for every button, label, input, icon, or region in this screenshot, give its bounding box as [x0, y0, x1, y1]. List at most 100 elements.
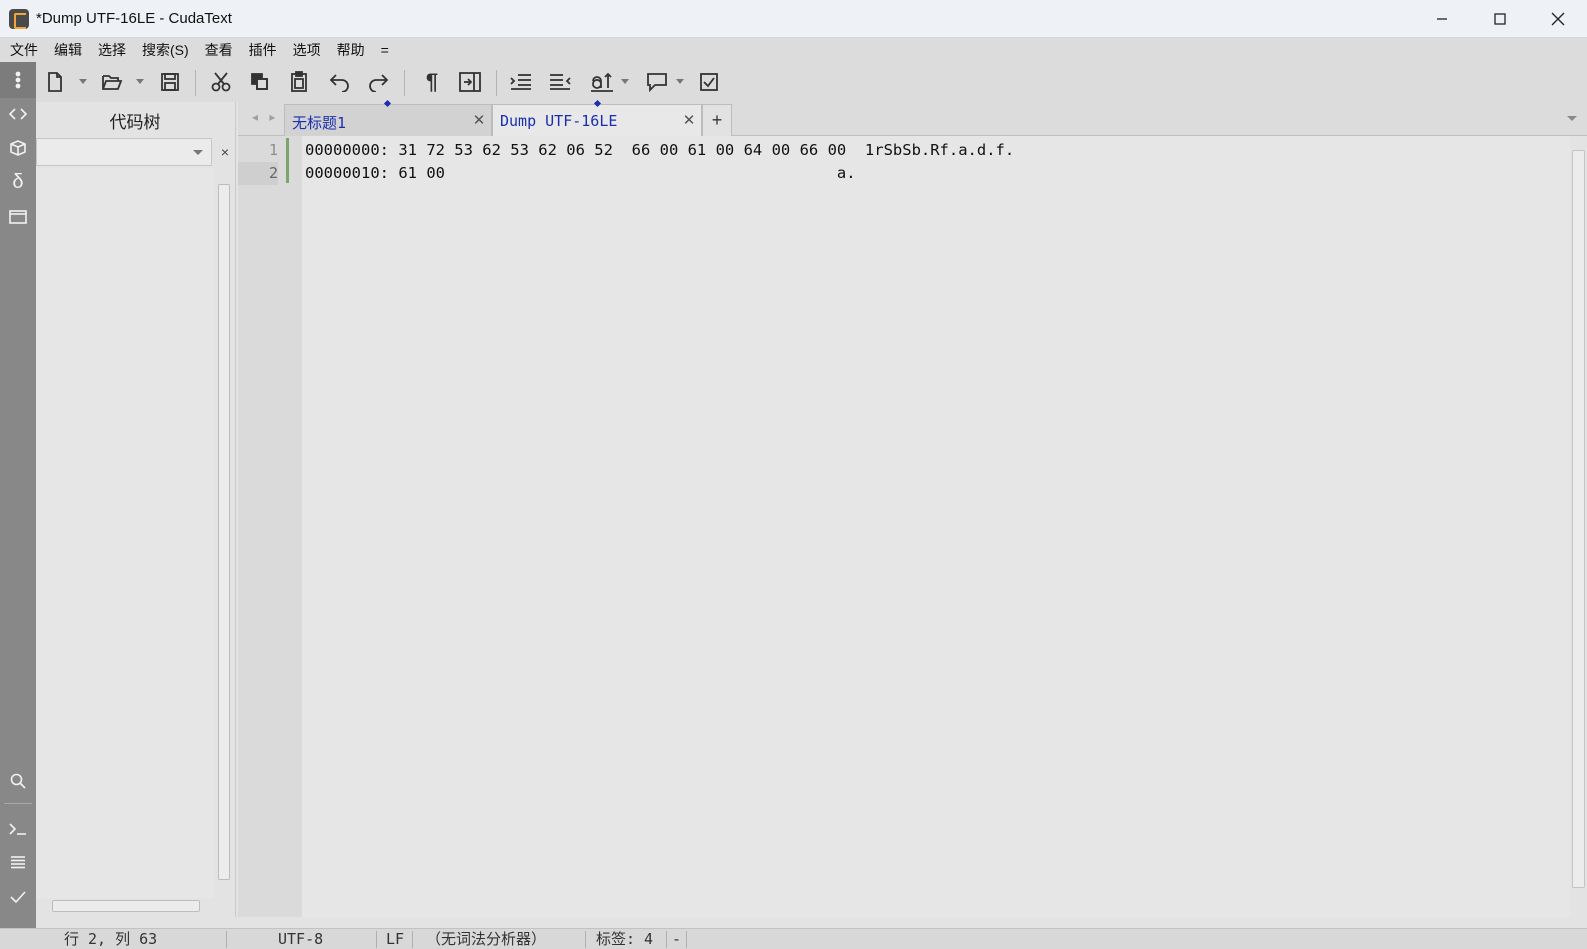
- tab-size-indicator[interactable]: 标签: 4: [596, 929, 653, 949]
- comment-icon: [647, 73, 667, 92]
- code-tree-vertical-scrollbar[interactable]: [216, 168, 232, 898]
- activity-bar: δ: [0, 62, 36, 928]
- save-button[interactable]: [157, 70, 183, 94]
- project-icon[interactable]: [6, 136, 30, 160]
- open-file-button[interactable]: [99, 70, 125, 94]
- code-tree-view[interactable]: [36, 168, 214, 898]
- new-file-button[interactable]: [42, 70, 68, 94]
- open-folder-icon: [102, 75, 123, 90]
- status-separator: [376, 931, 377, 948]
- tab-scroll-arrows[interactable]: ◂ ▸: [252, 110, 279, 124]
- menu-overflow[interactable]: =: [373, 38, 397, 62]
- scrollbar-thumb[interactable]: [1572, 150, 1585, 888]
- unprinted-chars-button[interactable]: ¶: [419, 69, 445, 94]
- code-tree-close-button[interactable]: ×: [216, 140, 234, 164]
- indent-icon: [510, 74, 531, 90]
- activity-separator: [4, 803, 32, 804]
- menu-edit[interactable]: 编辑: [46, 38, 90, 62]
- status-bar: 行 2, 列 63 UTF-8 LF （无词法分析器） 标签: 4 -: [0, 928, 1587, 949]
- window-title: *Dump UTF-16LE - CudaText: [36, 10, 232, 27]
- save-icon: [161, 73, 179, 91]
- status-separator: [585, 931, 586, 948]
- redo-button[interactable]: [365, 70, 391, 94]
- window-controls: [1413, 0, 1587, 38]
- tab-label: Dump UTF-16LE: [500, 112, 618, 130]
- minimize-button[interactable]: [1413, 0, 1471, 38]
- console-icon[interactable]: [6, 817, 30, 841]
- menu-plugins[interactable]: 插件: [241, 38, 285, 62]
- menu-search[interactable]: 搜索(S): [134, 38, 197, 62]
- line-ending-indicator[interactable]: LF: [386, 929, 404, 949]
- delta-icon[interactable]: δ: [6, 170, 30, 194]
- tab-close-icon[interactable]: ✕: [681, 112, 697, 129]
- tab-strip: ◂ ▸ 无标题1 ✕ Dump UTF-16LE ✕ +: [238, 99, 1587, 136]
- maximize-button[interactable]: [1471, 0, 1529, 38]
- validate-check-icon[interactable]: [6, 885, 30, 909]
- wrap-icon: [459, 72, 481, 92]
- close-icon: [1551, 12, 1565, 26]
- code-line[interactable]: 00000010: 61 00 a.: [305, 162, 856, 185]
- menu-file[interactable]: 文件: [2, 38, 46, 62]
- copy-icon: [251, 73, 268, 90]
- editor-area[interactable]: 1 2 00000000: 31 72 53 62 53 62 06 52 66…: [238, 136, 1570, 917]
- cursor-position[interactable]: 行 2, 列 63: [64, 929, 157, 949]
- output-list-icon[interactable]: [6, 850, 30, 874]
- change-case-button[interactable]: [589, 70, 615, 94]
- menu-help[interactable]: 帮助: [329, 38, 373, 62]
- add-tab-button[interactable]: +: [702, 104, 732, 136]
- code-tree-horizontal-scrollbar[interactable]: [36, 898, 214, 914]
- code-tree-panel: 代码树 ×: [36, 102, 236, 917]
- indent-button[interactable]: [508, 70, 534, 94]
- undo-button[interactable]: [327, 70, 353, 94]
- encoding-indicator[interactable]: UTF-8: [278, 929, 323, 949]
- lexer-indicator[interactable]: （无词法分析器）: [426, 929, 546, 949]
- tab-modified-marker: [593, 99, 602, 108]
- cut-button[interactable]: [208, 70, 234, 94]
- checkbox-button[interactable]: [696, 70, 722, 94]
- tab-dump-utf16le[interactable]: Dump UTF-16LE ✕: [492, 99, 702, 136]
- paste-button[interactable]: [286, 70, 312, 94]
- tab-modified-marker: [383, 99, 392, 108]
- case-dropdown-arrow[interactable]: [621, 79, 629, 84]
- new-file-dropdown-arrow[interactable]: [79, 79, 87, 84]
- tab-label: 无标题1: [292, 114, 347, 132]
- unindent-icon: [550, 74, 571, 90]
- tab-untitled1[interactable]: 无标题1 ✕: [284, 99, 492, 136]
- title-bar: *Dump UTF-16LE - CudaText: [0, 0, 1587, 38]
- status-extra: -: [672, 930, 682, 948]
- tab-list-chevron-icon[interactable]: [1567, 116, 1577, 121]
- redo-icon: [369, 74, 389, 92]
- wrap-button[interactable]: [457, 70, 483, 94]
- menu-select[interactable]: 选择: [90, 38, 134, 62]
- code-tree-icon[interactable]: [6, 102, 30, 126]
- toolbar-separator: [496, 70, 497, 96]
- toolbar: ¶: [36, 62, 1587, 102]
- comment-button[interactable]: [644, 70, 670, 94]
- paste-icon: [291, 71, 307, 92]
- chevron-down-icon: [193, 150, 203, 155]
- close-window-button[interactable]: [1529, 0, 1587, 38]
- status-separator: [226, 931, 227, 948]
- scrollbar-thumb[interactable]: [52, 900, 200, 912]
- unindent-button[interactable]: [547, 70, 573, 94]
- undo-icon: [329, 74, 349, 92]
- status-separator: [412, 931, 413, 948]
- menu-options[interactable]: 选项: [285, 38, 329, 62]
- pilcrow-icon: ¶: [425, 69, 439, 94]
- tabs-icon[interactable]: [6, 205, 30, 229]
- code-tree-filter-combo[interactable]: [36, 138, 212, 166]
- line-number-gutter: 1 2: [238, 136, 302, 917]
- editor-vertical-scrollbar[interactable]: [1570, 136, 1587, 917]
- menu-view[interactable]: 查看: [197, 38, 241, 62]
- tab-close-icon[interactable]: ✕: [471, 112, 487, 129]
- search-icon[interactable]: [6, 769, 30, 793]
- check-square-icon: [700, 73, 718, 91]
- status-separator: [666, 931, 667, 948]
- scrollbar-thumb[interactable]: [218, 184, 230, 880]
- comment-dropdown-arrow[interactable]: [676, 79, 684, 84]
- open-file-dropdown-arrow[interactable]: [136, 79, 144, 84]
- line-number: 1: [268, 141, 278, 159]
- more-vertical-icon[interactable]: [6, 68, 30, 92]
- copy-button[interactable]: [247, 70, 273, 94]
- code-line[interactable]: 00000000: 31 72 53 62 53 62 06 52 66 00 …: [305, 139, 1014, 162]
